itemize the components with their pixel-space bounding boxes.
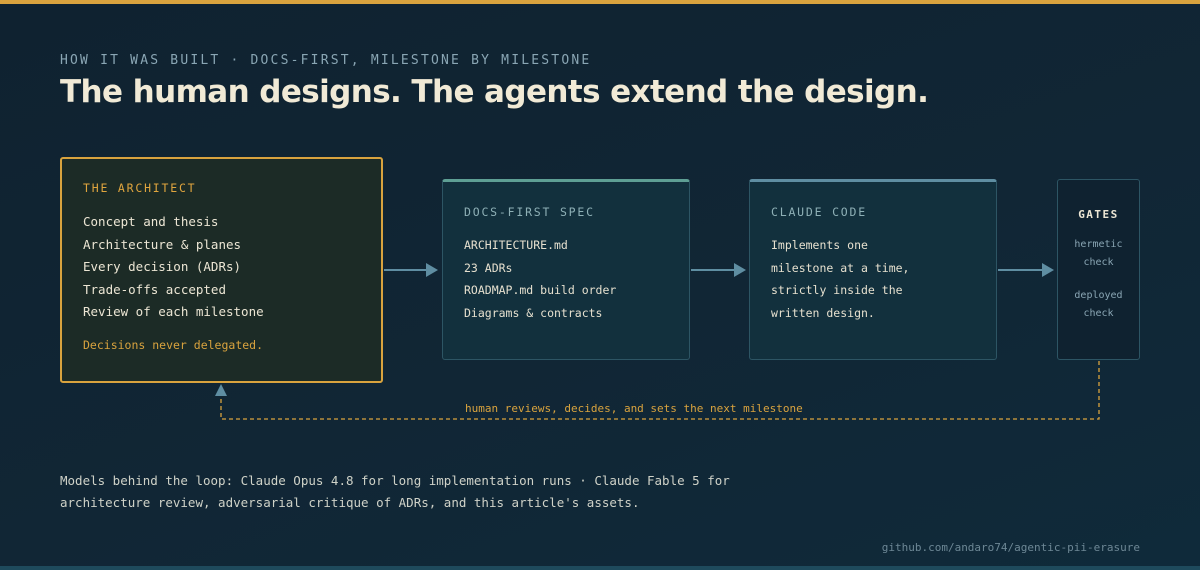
repo-link[interactable]: github.com/andaro74/agentic-pii-erasure — [882, 541, 1140, 554]
arrow-claude-to-gates — [998, 263, 1054, 277]
bottom-accent-bar — [0, 566, 1200, 570]
arrow-spec-to-claude — [691, 263, 746, 277]
feedback-loop-label: human reviews, decides, and sets the nex… — [465, 402, 803, 415]
models-line: architecture review, adversarial critiqu… — [60, 495, 640, 510]
models-line: Models behind the loop: Claude Opus 4.8 … — [60, 473, 730, 488]
arrow-architect-to-spec — [384, 263, 438, 277]
models-note: Models behind the loop: Claude Opus 4.8 … — [60, 470, 760, 514]
